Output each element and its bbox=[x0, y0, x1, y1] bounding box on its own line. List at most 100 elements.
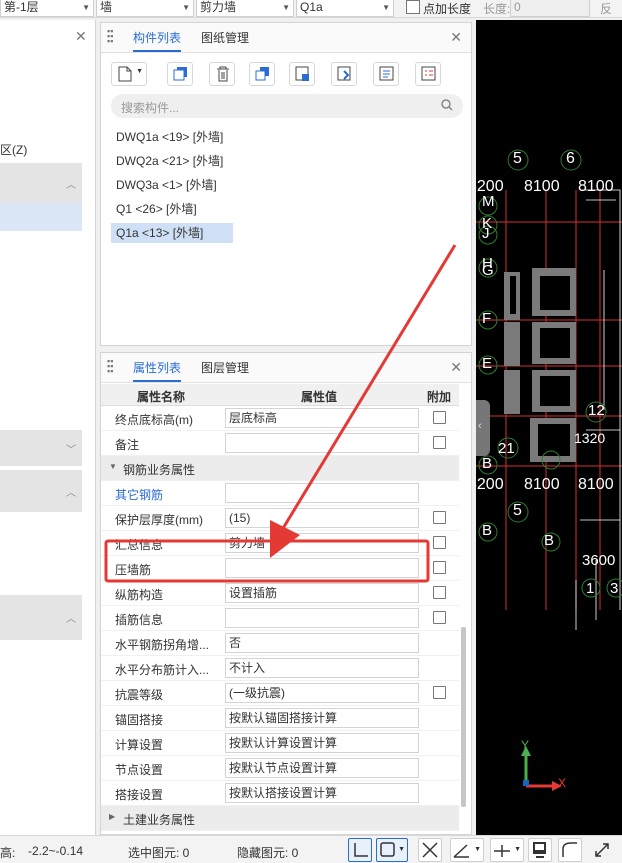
report-button[interactable] bbox=[415, 62, 441, 86]
cross-button[interactable] bbox=[418, 838, 442, 862]
length-input[interactable]: 0 bbox=[510, 0, 590, 17]
properties-button[interactable] bbox=[373, 62, 399, 86]
angle-button[interactable]: ▼ bbox=[450, 838, 484, 862]
chevron-down-icon: ▼ bbox=[382, 3, 390, 12]
extra-checkbox[interactable] bbox=[433, 436, 446, 449]
elevation-value: -2.2~-0.14 bbox=[28, 844, 84, 858]
table-header: 属性名称 属性值 附加 bbox=[101, 384, 459, 406]
extra-checkbox[interactable] bbox=[433, 536, 446, 549]
property-value-field[interactable]: 否 bbox=[225, 633, 419, 653]
curve-button[interactable] bbox=[558, 838, 582, 862]
property-value-field[interactable] bbox=[225, 608, 419, 628]
dimension-button[interactable]: ▼ bbox=[490, 838, 524, 862]
hidden-count: 隐藏图元: 0 bbox=[237, 846, 299, 860]
table-row: 锚固搭接 按默认锚固搭接计算 bbox=[101, 706, 459, 731]
floor-value: 第-1层 bbox=[4, 0, 39, 14]
chevron-up-icon[interactable]: ︿ bbox=[66, 484, 76, 499]
property-value-field[interactable]: 按默认节点设置计算 bbox=[225, 758, 419, 778]
property-table: 属性名称 属性值 附加 终点底标高(m) 层底标高 备注 ▼ 钢筋业务属性 其它钢筋 保护层… bbox=[101, 384, 459, 831]
floor-select[interactable]: 第-1层 ▼ bbox=[0, 0, 94, 17]
group-row[interactable]: ︿ bbox=[0, 470, 82, 512]
property-value-field[interactable]: 层底标高 bbox=[225, 408, 419, 428]
list-item-selected[interactable]: Q1a <13> [外墙] bbox=[111, 223, 233, 243]
extra-checkbox[interactable] bbox=[433, 561, 446, 574]
list-item[interactable]: DWQ3a <1> [外墙] bbox=[111, 175, 222, 195]
close-icon[interactable]: ✕ bbox=[450, 359, 462, 376]
property-value-field[interactable]: 设置插筋 bbox=[225, 583, 419, 603]
delete-button[interactable] bbox=[209, 62, 235, 86]
search-input[interactable]: 搜索构件... bbox=[111, 94, 463, 118]
property-group-row[interactable]: ▶ 土建业务属性 bbox=[101, 806, 459, 831]
duplicate-button[interactable] bbox=[249, 62, 275, 86]
chevron-up-icon[interactable]: ︿ bbox=[66, 176, 76, 191]
property-value-field[interactable] bbox=[225, 558, 419, 578]
property-value-field[interactable]: 按默认搭接设置计算 bbox=[225, 783, 419, 803]
import-button[interactable] bbox=[331, 62, 357, 86]
property-value-field[interactable] bbox=[225, 433, 419, 453]
expand-icon[interactable] bbox=[594, 842, 610, 858]
subtype-select[interactable]: 剪力墙 ▼ bbox=[196, 0, 294, 17]
floor-copy-button[interactable] bbox=[289, 62, 315, 86]
tab-component-list[interactable]: 构件列表 bbox=[133, 29, 182, 52]
group-row[interactable]: ﹀ bbox=[0, 430, 82, 466]
tab-property-list[interactable]: 属性列表 bbox=[133, 359, 182, 382]
point-length-label: 点加长度 bbox=[423, 2, 472, 16]
middle-area: ▪▪ ▪▪ ▪▪ 构件列表 图纸管理 ✕ ▼ 搜索构件... DWQ1a <19… bbox=[98, 20, 474, 835]
group-row[interactable]: ︿ bbox=[0, 163, 82, 203]
property-value-field[interactable]: 按默认计算设置计算 bbox=[225, 733, 419, 753]
point-length-checkbox[interactable] bbox=[406, 0, 420, 14]
list-item[interactable]: Q1 <26> [外墙] bbox=[111, 199, 202, 219]
copy-button[interactable] bbox=[167, 62, 193, 86]
property-value-field[interactable] bbox=[225, 483, 419, 503]
chevron-right-icon[interactable]: ▶ bbox=[109, 812, 115, 821]
display-button[interactable] bbox=[528, 838, 552, 862]
chevron-down-icon: ▼ bbox=[82, 3, 90, 12]
extra-checkbox[interactable] bbox=[433, 511, 446, 524]
extra-checkbox[interactable] bbox=[433, 411, 446, 424]
property-value-field[interactable]: 不计入 bbox=[225, 658, 419, 678]
component-select[interactable]: Q1a ▼ bbox=[296, 0, 394, 17]
column-header-name: 属性名称 bbox=[137, 390, 186, 404]
extra-checkbox[interactable] bbox=[433, 686, 446, 699]
close-icon[interactable]: ✕ bbox=[75, 28, 87, 45]
chevron-down-icon[interactable]: ﹀ bbox=[66, 441, 76, 456]
collapse-handle[interactable]: ‹ bbox=[476, 400, 490, 456]
property-value-field[interactable]: (15) bbox=[225, 508, 419, 528]
cad-label: G bbox=[482, 262, 494, 279]
extra-checkbox[interactable] bbox=[433, 611, 446, 624]
drag-handle-icon[interactable]: ▪▪ ▪▪ ▪▪ bbox=[107, 357, 115, 376]
category-select[interactable]: 墙 ▼ bbox=[96, 0, 194, 17]
chevron-left-icon: ‹ bbox=[478, 420, 482, 432]
close-icon[interactable]: ✕ bbox=[450, 29, 462, 46]
drag-handle-icon[interactable]: ▪▪ ▪▪ ▪▪ bbox=[107, 27, 115, 46]
table-row: 压墙筋 bbox=[101, 556, 459, 581]
list-item[interactable]: DWQ1a <19> [外墙] bbox=[111, 127, 228, 147]
ortho-button[interactable] bbox=[348, 838, 372, 862]
chevron-up-icon[interactable]: ︿ bbox=[66, 610, 76, 625]
property-group-name: 钢筋业务属性 bbox=[123, 463, 196, 477]
chevron-down-icon: ▼ bbox=[282, 3, 290, 12]
property-value-field[interactable]: (一级抗震) bbox=[225, 683, 419, 703]
tab-drawing-management[interactable]: 图纸管理 bbox=[201, 29, 249, 46]
group-row[interactable]: ︿ bbox=[0, 595, 82, 640]
property-value-field[interactable]: 按默认锚固搭接计算 bbox=[225, 708, 419, 728]
property-name: 搭接设置 bbox=[115, 788, 164, 802]
chevron-down-icon[interactable]: ▼ bbox=[109, 462, 117, 471]
search-icon bbox=[441, 99, 453, 111]
vertical-scrollbar[interactable] bbox=[461, 627, 466, 807]
new-component-button[interactable]: ▼ bbox=[111, 62, 147, 86]
snap-button[interactable]: ▼ bbox=[376, 838, 408, 862]
property-list-panel: ▪▪ ▪▪ ▪▪ 属性列表 图层管理 ✕ 属性名称 属性值 附加 终点底标高(m) 层… bbox=[100, 352, 472, 835]
property-group-row[interactable]: ▼ 钢筋业务属性 bbox=[101, 456, 459, 481]
table-row: 水平钢筋拐角增... 否 bbox=[101, 631, 459, 656]
extra-checkbox[interactable] bbox=[433, 586, 446, 599]
table-row: 抗震等级 (一级抗震) bbox=[101, 681, 459, 706]
cad-canvas[interactable]: 56820081008100MKJHGFE12132021B8200810081… bbox=[476, 20, 622, 835]
property-name[interactable]: 其它钢筋 bbox=[115, 486, 163, 503]
property-value-field[interactable]: 剪力墙 bbox=[225, 533, 419, 553]
list-item[interactable]: DWQ2a <21> [外墙] bbox=[111, 151, 228, 171]
selected-row[interactable] bbox=[0, 203, 82, 231]
property-name: 保护层厚度(mm) bbox=[115, 513, 203, 527]
cad-label: 8100 bbox=[578, 476, 614, 493]
tab-layer-management[interactable]: 图层管理 bbox=[201, 359, 249, 376]
